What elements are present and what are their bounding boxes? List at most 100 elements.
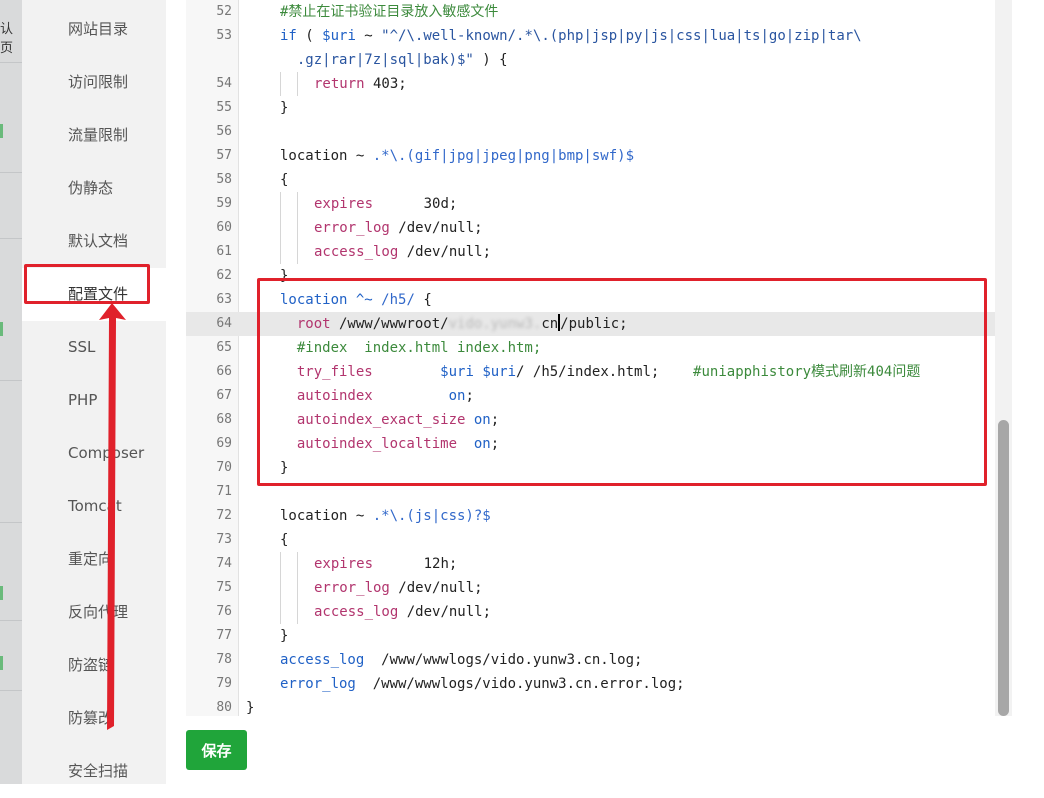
code-line[interactable]: 73 { — [186, 528, 996, 552]
editor-scrollbar-thumb[interactable] — [998, 420, 1009, 716]
sidebar-item-rewrite[interactable]: 伪静态 — [22, 162, 166, 215]
indent-guide — [280, 192, 281, 216]
code-token: } — [280, 628, 289, 644]
line-number: 66 — [216, 364, 232, 379]
code-token: /dev/null; — [389, 220, 483, 236]
code-token: { — [280, 532, 289, 548]
code-text: { — [280, 528, 288, 552]
sidebar-item-reverse-proxy[interactable]: 反向代理 — [22, 586, 166, 639]
sidebar-item-ssl[interactable]: SSL — [22, 321, 166, 374]
code-token: ) { — [473, 52, 508, 68]
code-token: /www/wwwlogs/vido.yunw3.cn.error.log; — [355, 676, 685, 692]
indent-guide — [297, 576, 298, 600]
indent-guide — [280, 72, 281, 96]
code-text: access_log /dev/null; — [314, 600, 491, 624]
code-text: error_log /dev/null; — [314, 576, 483, 600]
code-line[interactable]: 60 error_log /dev/null; — [186, 216, 996, 240]
indent-guide — [280, 600, 281, 624]
code-line[interactable]: 76 access_log /dev/null; — [186, 600, 996, 624]
sidebar-item-hotlink[interactable]: 防盗链 — [22, 639, 166, 692]
indent-guide — [297, 192, 298, 216]
save-button[interactable]: 保存 — [186, 730, 247, 770]
code-line[interactable]: 77} — [186, 624, 996, 648]
line-number: 74 — [216, 556, 232, 571]
code-text: } — [246, 696, 254, 720]
annotation-box-config-nav — [24, 264, 150, 304]
code-token: /dev/null; — [398, 244, 492, 260]
code-line[interactable]: 53 if ( $uri ~ "^/\.well-known/.*\.(php|j… — [186, 24, 996, 48]
code-token: ( — [296, 28, 323, 44]
code-token: 403; — [364, 76, 407, 92]
code-token: .gz|rar|7z|sql|bak)$" — [280, 52, 474, 68]
code-line[interactable]: 61 access_log /dev/null; — [186, 240, 996, 264]
code-line[interactable]: 52 #禁止在证书验证目录放入敏感文件 — [186, 0, 996, 24]
line-number: 54 — [216, 76, 232, 91]
line-number: 75 — [216, 580, 232, 595]
code-token: .*\.(gif|jpg|jpeg|png|bmp|swf)$ — [372, 148, 635, 164]
code-text: error_log /dev/null; — [314, 216, 483, 240]
code-token: .*\.(js|css)?$ — [372, 508, 491, 524]
line-number: 68 — [216, 412, 232, 427]
code-token: ~ — [355, 28, 382, 44]
line-number: 57 — [216, 148, 232, 163]
line-number: 78 — [216, 652, 232, 667]
line-number: 56 — [216, 124, 232, 139]
background-divider — [0, 172, 22, 173]
line-number: 63 — [216, 292, 232, 307]
code-token: error_log — [314, 220, 390, 236]
code-line[interactable]: 54 return 403; — [186, 72, 996, 96]
indent-guide — [297, 216, 298, 240]
code-line[interactable]: 78 access_log /www/wwwlogs/vido.yunw3.cn.… — [186, 648, 996, 672]
code-line[interactable]: 55} — [186, 96, 996, 120]
background-divider — [0, 522, 22, 523]
code-line[interactable]: 79 error_log /www/wwwlogs/vido.yunw3.cn.e… — [186, 672, 996, 696]
sidebar-item-redirect[interactable]: 重定向 — [22, 533, 166, 586]
sidebar-item-site-directory[interactable]: 网站目录 — [22, 3, 166, 56]
sidebar-item-default-doc[interactable]: 默认文档 — [22, 215, 166, 268]
indent-guide — [297, 552, 298, 576]
indent-guide — [297, 240, 298, 264]
code-token: access_log — [314, 244, 399, 260]
line-number: 69 — [216, 436, 232, 451]
code-line[interactable]: 59 expires 30d; — [186, 192, 996, 216]
line-number: 73 — [216, 532, 232, 547]
code-text: location ~ .*\.(gif|jpg|jpeg|png|bmp|swf… — [280, 144, 634, 168]
background-divider — [0, 690, 22, 691]
sidebar-item-php[interactable]: PHP — [22, 374, 166, 427]
code-token: expires — [314, 196, 374, 212]
code-token: #禁止在证书验证目录放入敏感文件 — [280, 4, 499, 20]
line-number: 58 — [216, 172, 232, 187]
code-line[interactable]: 74 expires 12h; — [186, 552, 996, 576]
code-line[interactable]: 80} — [186, 696, 996, 720]
code-line[interactable]: 57 location ~ .*\.(gif|jpg|jpeg|png|bmp|s… — [186, 144, 996, 168]
code-token: /dev/null; — [398, 604, 492, 620]
line-number: 77 — [216, 628, 232, 643]
sidebar-item-traffic-limit[interactable]: 流量限制 — [22, 109, 166, 162]
sidebar-item-access-limit[interactable]: 访问限制 — [22, 56, 166, 109]
code-line[interactable]: 56 — [186, 120, 996, 144]
code-line[interactable]: 72 location ~ .*\.(js|css)?$ — [186, 504, 996, 528]
code-line[interactable]: 75 error_log /dev/null; — [186, 576, 996, 600]
sidebar-item-security-scan[interactable]: 安全扫描 — [22, 745, 166, 798]
line-number: 53 — [216, 28, 232, 43]
sidebar-item-composer[interactable]: Composer — [22, 427, 166, 480]
code-text: access_log /dev/null; — [314, 240, 491, 264]
code-token: access_log — [314, 604, 399, 620]
code-text: expires 12h; — [314, 552, 457, 576]
code-token: error_log — [280, 676, 356, 692]
line-number: 71 — [216, 484, 232, 499]
indent-guide — [280, 576, 281, 600]
code-token: "^/\.well-known/.*\.(php|jsp|py|js|css|l… — [381, 28, 862, 44]
code-token: $uri — [322, 28, 356, 44]
line-number: 76 — [216, 604, 232, 619]
code-text: location ~ .*\.(js|css)?$ — [280, 504, 491, 528]
sidebar-item-tomcat[interactable]: Tomcat — [22, 480, 166, 533]
background-page-strip: 认页 — [0, 0, 22, 784]
code-token: } — [246, 700, 255, 716]
code-line[interactable]: 58 { — [186, 168, 996, 192]
code-token: error_log — [314, 580, 390, 596]
sidebar-item-tamper-protect[interactable]: 防篡改 — [22, 692, 166, 745]
code-line[interactable]: .gz|rar|7z|sql|bak)$" ) { — [186, 48, 996, 72]
code-token: { — [280, 172, 289, 188]
background-tab-fragment: 认页 — [0, 22, 14, 56]
